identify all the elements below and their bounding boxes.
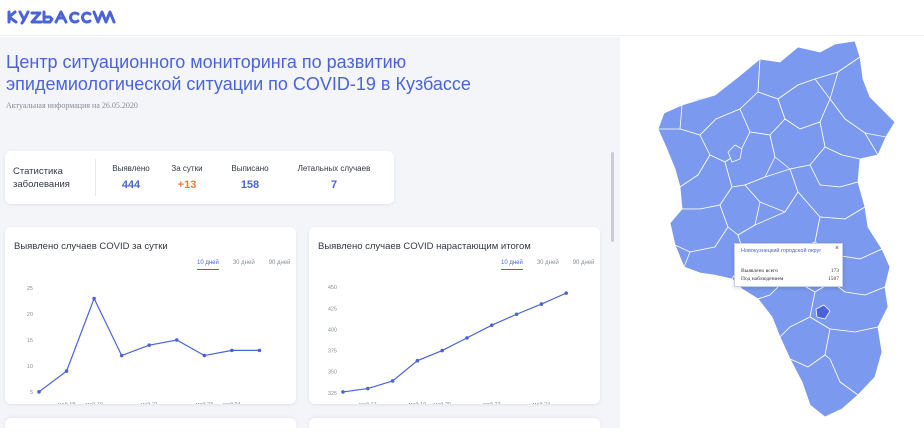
cumulative-cases-chart: 325 350 375 400 425 450 май 17 май 19 май 20 май … bbox=[328, 285, 568, 404]
divider bbox=[95, 159, 96, 196]
next-card bbox=[5, 418, 296, 430]
page-title: Центр ситуационного мониторинга по разви… bbox=[6, 52, 471, 94]
y-tick-label: 25 bbox=[27, 286, 33, 292]
x-tick-label: май 19 bbox=[85, 401, 103, 404]
stat-deaths: Летальных случаев 7 bbox=[293, 164, 375, 191]
tooltip-row-label: Выявлено всего bbox=[741, 268, 779, 274]
data-point bbox=[490, 323, 494, 328]
data-point bbox=[415, 358, 420, 363]
stat-value: 158 bbox=[240, 179, 260, 191]
next-card bbox=[309, 418, 600, 430]
stat-per-day: За сутки +13 bbox=[163, 164, 211, 191]
daily-cases-card: Выявлено случаев COVID за сутки 10 дней … bbox=[5, 227, 296, 404]
stat-value: +13 bbox=[177, 179, 197, 191]
stat-value: 444 bbox=[121, 179, 141, 191]
stat-recovered: Выписано 158 bbox=[219, 164, 281, 191]
data-point bbox=[147, 343, 152, 347]
data-point bbox=[564, 291, 568, 295]
x-tick-label: май 21 bbox=[140, 401, 158, 404]
stat-caption: Выявлено bbox=[112, 164, 150, 173]
y-tick-label: 325 bbox=[328, 391, 337, 397]
map-panel[interactable] bbox=[620, 37, 924, 428]
data-point bbox=[230, 348, 234, 353]
data-point bbox=[37, 390, 41, 394]
cumulative-cases-card: Выявлено случаев COVID нарастающим итого… bbox=[309, 227, 600, 404]
x-tick-label: май 23 bbox=[196, 401, 214, 404]
y-tick-label: 10 bbox=[27, 364, 33, 370]
stat-caption: Летальных случаев bbox=[297, 164, 371, 173]
tooltip-row: Выявлено всего 173 bbox=[741, 268, 839, 274]
y-tick-label: 15 bbox=[27, 338, 33, 344]
top-bar bbox=[0, 0, 924, 36]
data-point bbox=[257, 348, 262, 353]
data-point bbox=[539, 302, 544, 306]
kuzbass-logo[interactable] bbox=[6, 9, 118, 25]
data-point bbox=[119, 353, 124, 358]
x-tick-label: май 24 bbox=[223, 401, 241, 404]
region-tooltip: Новокузнецкий городской округ × Выявлено… bbox=[734, 243, 843, 287]
y-tick-label: 375 bbox=[328, 349, 337, 355]
x-tick-label: май 20 bbox=[433, 401, 451, 404]
x-tick-label: май 19 bbox=[409, 401, 427, 404]
data-point bbox=[514, 312, 519, 317]
y-tick-label: 5 bbox=[30, 390, 33, 396]
data-point bbox=[174, 338, 179, 342]
tooltip-row-value: 173 bbox=[830, 268, 839, 274]
x-tick-label: май 17 bbox=[359, 401, 377, 404]
close-icon[interactable]: × bbox=[835, 245, 839, 252]
tooltip-row-value: 1507 bbox=[828, 276, 839, 282]
update-date: Актуальная информация на 26.05.2020 bbox=[6, 101, 138, 110]
data-point bbox=[202, 353, 207, 358]
data-point bbox=[390, 379, 395, 383]
y-tick-label: 425 bbox=[328, 306, 337, 312]
tooltip-row-label: Под наблюдением bbox=[741, 276, 784, 282]
data-point bbox=[92, 296, 96, 301]
stats-label: Статистика заболевания bbox=[13, 166, 70, 190]
y-tick-label: 450 bbox=[328, 285, 337, 291]
stat-caption: Выписано bbox=[231, 164, 269, 173]
series-line bbox=[342, 292, 567, 393]
stat-value: 7 bbox=[330, 179, 338, 191]
dashboard-panel: Центр ситуационного мониторинга по разви… bbox=[0, 37, 620, 430]
tooltip-title: Новокузнецкий городской округ bbox=[741, 248, 822, 254]
y-tick-label: 350 bbox=[328, 370, 337, 376]
x-tick-label: май 18 bbox=[58, 401, 76, 404]
scrollbar[interactable] bbox=[611, 152, 614, 242]
stat-caption: За сутки bbox=[171, 164, 203, 173]
y-tick-label: 20 bbox=[27, 312, 33, 318]
daily-cases-chart: 5 10 15 20 25 май 18 май 19 май 21 май 23 май 24 bbox=[27, 286, 262, 404]
data-point bbox=[64, 369, 69, 373]
x-tick-label: май 24 bbox=[533, 401, 551, 404]
data-point bbox=[440, 348, 444, 353]
stat-detected: Выявлено 444 bbox=[101, 164, 161, 191]
kuzbass-region-map[interactable] bbox=[620, 37, 924, 428]
data-point bbox=[465, 336, 469, 340]
y-tick-label: 400 bbox=[328, 327, 337, 333]
tooltip-row: Под наблюдением 1507 bbox=[741, 276, 839, 282]
data-point bbox=[366, 386, 370, 391]
data-point bbox=[341, 390, 345, 394]
stats-card: Статистика заболевания Выявлено 444 За с… bbox=[5, 151, 394, 204]
x-tick-label: май 22 bbox=[483, 401, 501, 404]
